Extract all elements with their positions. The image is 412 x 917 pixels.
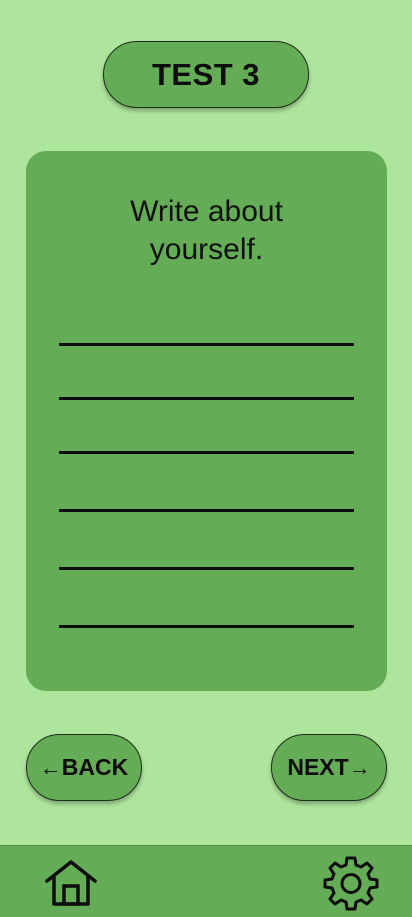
home-icon[interactable]: [43, 859, 99, 907]
answer-line-3[interactable]: [59, 451, 354, 454]
page-title-text: TEST 3: [151, 56, 261, 92]
arrow-left-icon: ←: [39, 754, 62, 780]
answer-line-1[interactable]: [59, 343, 354, 346]
question-card: Write about yourself.: [26, 151, 387, 691]
page-title: TEST 3: [103, 41, 309, 108]
next-button[interactable]: NEXT →: [271, 734, 387, 801]
answer-line-5[interactable]: [59, 567, 354, 570]
gear-icon[interactable]: [321, 853, 381, 913]
test-screen: TEST 3 Write about yourself. ← BACK NEXT…: [0, 0, 412, 917]
next-button-label: NEXT: [287, 754, 349, 780]
arrow-right-icon: →: [348, 754, 371, 780]
back-button[interactable]: ← BACK: [26, 734, 142, 801]
question-prompt: Write about yourself.: [130, 195, 283, 266]
answer-line-4[interactable]: [59, 509, 354, 512]
answer-line-6[interactable]: [59, 625, 354, 628]
bottom-nav-bar: [0, 845, 412, 917]
back-button-label: BACK: [61, 754, 129, 780]
answer-line-2[interactable]: [59, 397, 354, 400]
